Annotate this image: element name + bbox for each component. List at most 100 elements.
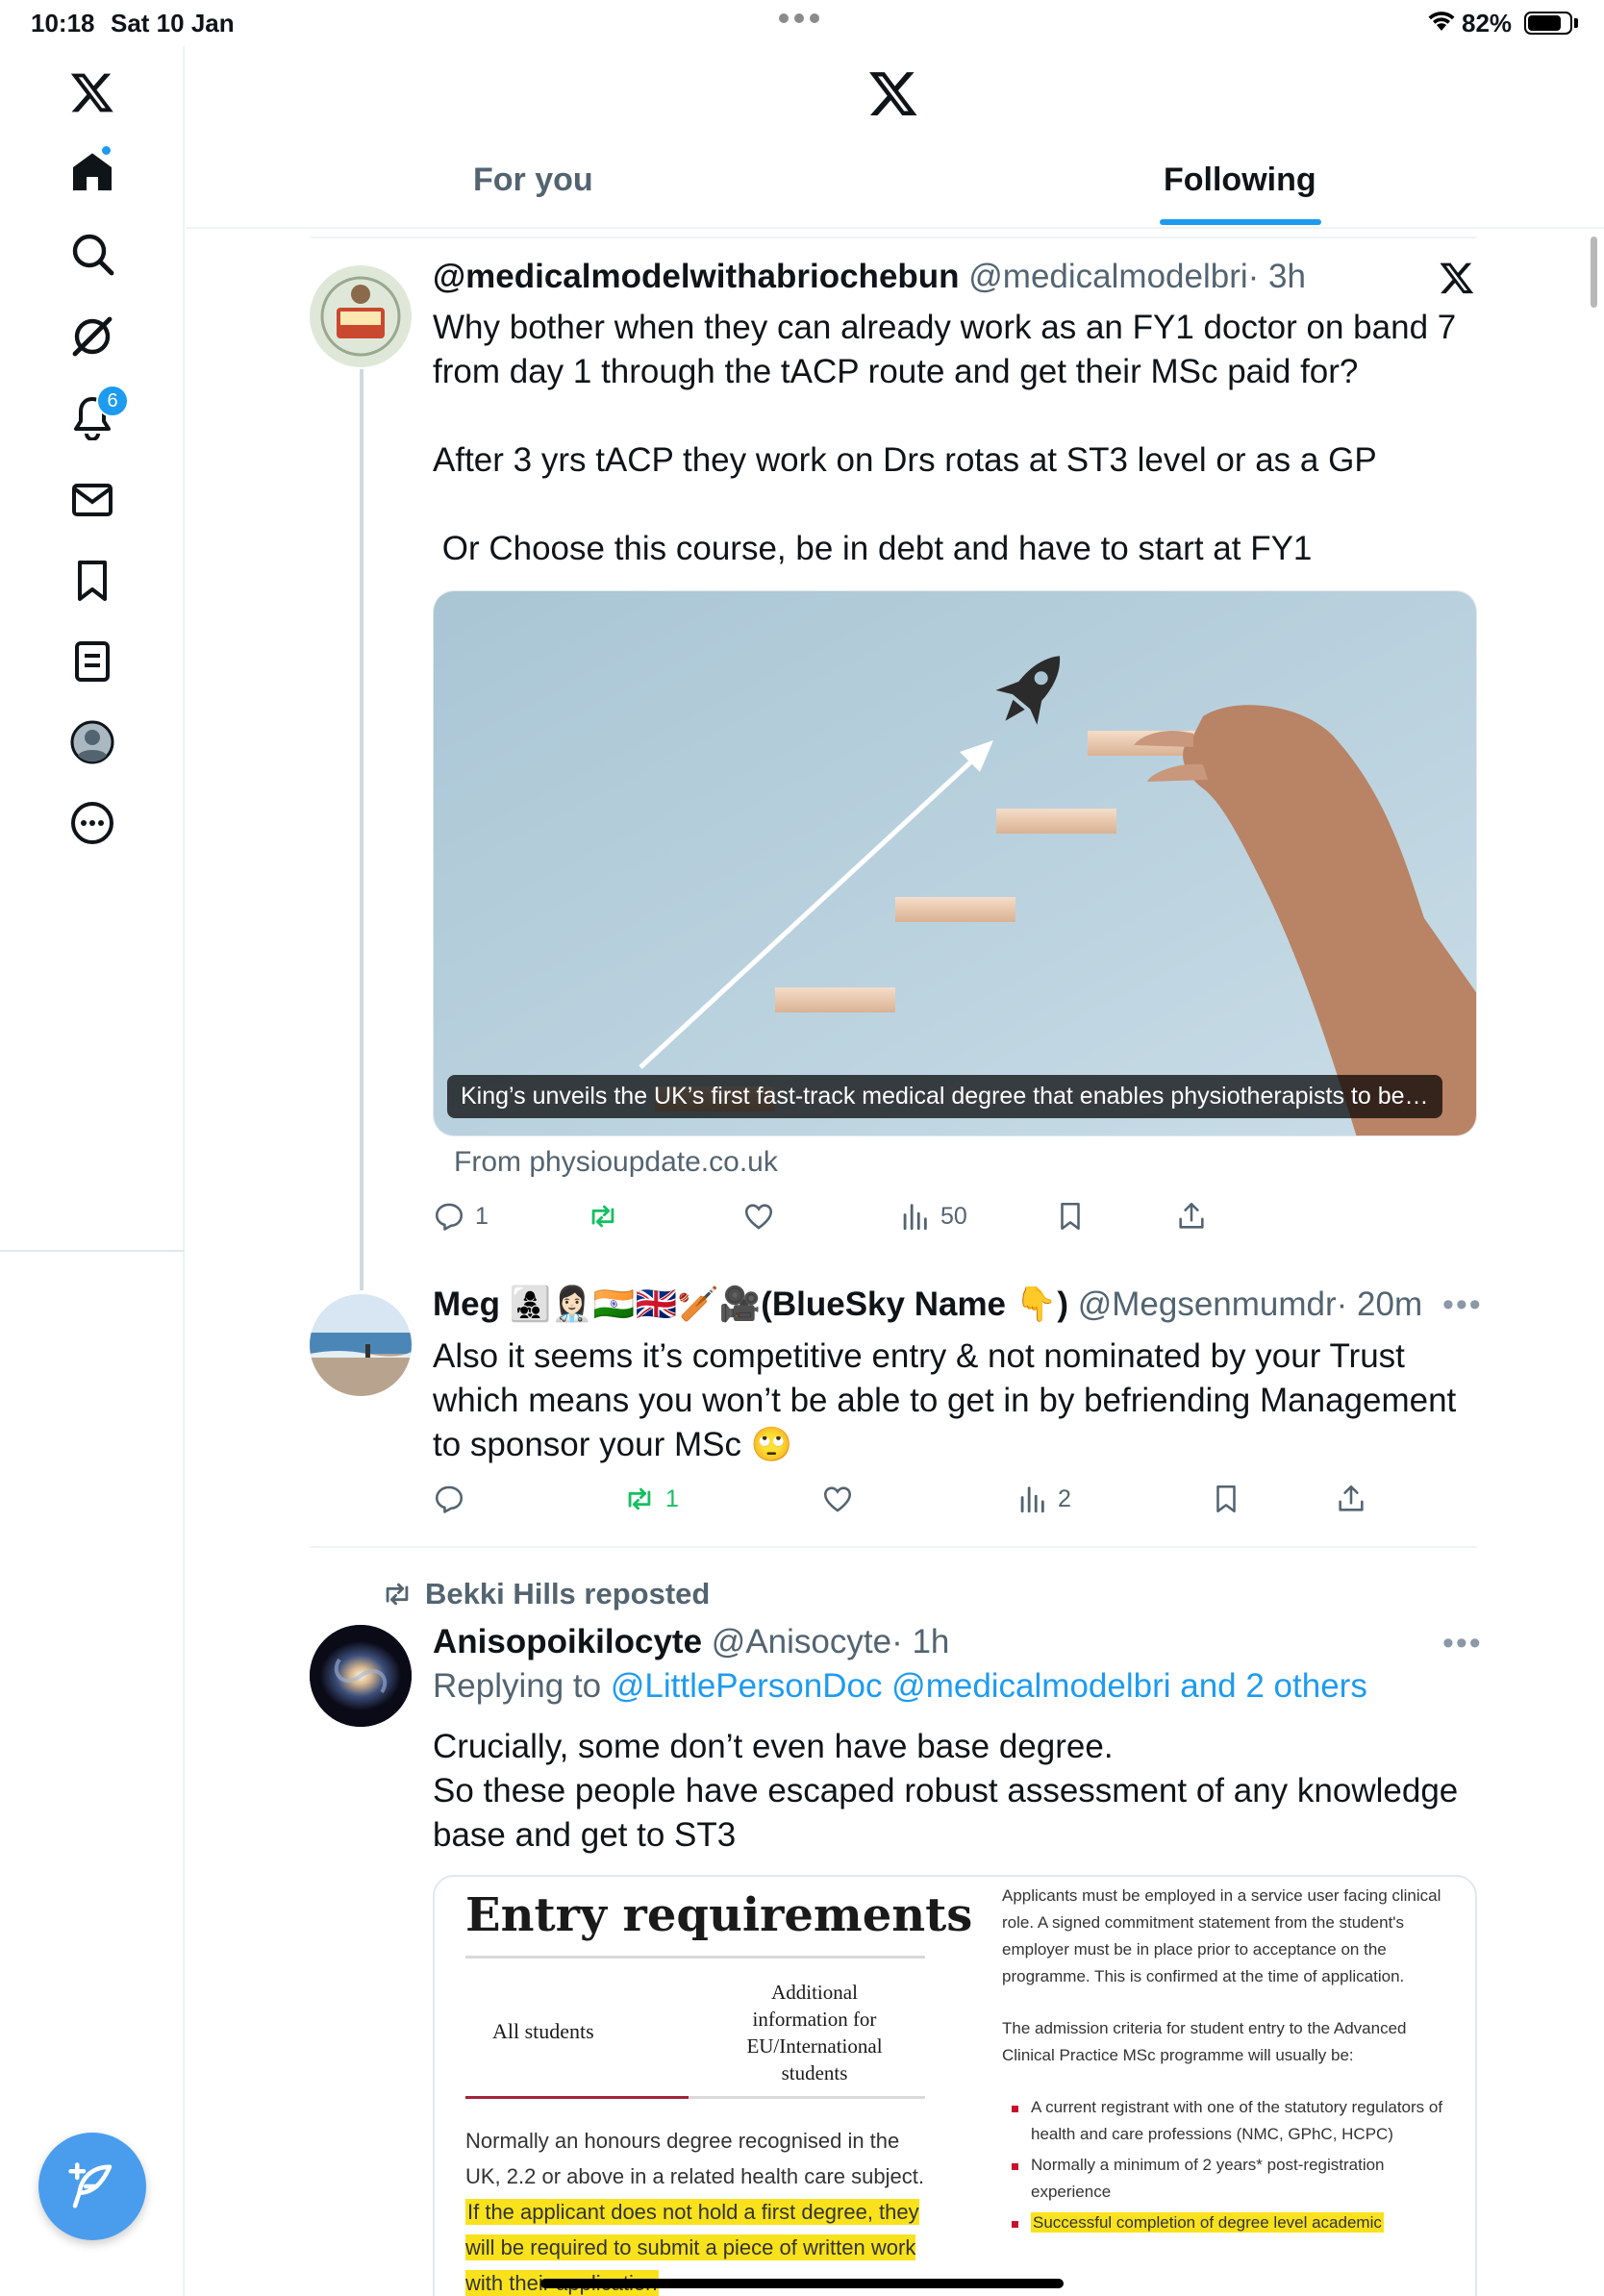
doc-bullet: A current registrant with one of the sta… — [1002, 2094, 1454, 2148]
sidebar-item-bookmarks[interactable] — [54, 542, 131, 619]
bookmark-button[interactable] — [1054, 1200, 1087, 1233]
heart-icon — [823, 1486, 852, 1512]
post-text-line: which means you won’t be able to get in … — [433, 1382, 1457, 1419]
reply-count: 1 — [475, 1202, 489, 1230]
share-button[interactable] — [1335, 1483, 1367, 1515]
post-time: · 3h — [1247, 258, 1306, 295]
sidebar-item-notifications[interactable]: 6 — [54, 379, 131, 456]
bookmark-icon — [1061, 1202, 1080, 1231]
post-header: Meg 👩‍👧‍👦👩🏻‍⚕️🇮🇳🇬🇧🏏🎥(BlueSky Name 👇) @Me… — [433, 1285, 1422, 1324]
more-icon — [71, 802, 113, 844]
handle[interactable]: @medicalmodelbri — [968, 258, 1247, 295]
doc-column-header: All students — [492, 2019, 594, 2043]
more-options-icon[interactable]: ••• — [1442, 1625, 1483, 1662]
wifi-icon — [1428, 12, 1455, 31]
sidebar-item-lists[interactable] — [54, 623, 131, 700]
share-icon — [1339, 1485, 1364, 1511]
battery-fill — [1528, 15, 1562, 31]
compose-feather-icon — [68, 2162, 113, 2209]
post-text: Crucially, some don’t even have base deg… — [433, 1725, 1491, 1858]
post-actions: 1 50 — [433, 1200, 1477, 1238]
x-logo-icon[interactable] — [1439, 260, 1475, 296]
attached-document-image[interactable]: Entry requirements All students Addition… — [433, 1875, 1477, 2296]
doc-bullet: Successful completion of degree level ac… — [1002, 2209, 1454, 2236]
views-button[interactable]: 2 — [1015, 1483, 1071, 1515]
doc-active-tab-rule — [465, 2096, 689, 2099]
reposted-by: Bekki Hills reposted — [425, 1577, 711, 1610]
doc-bullet-highlight: Successful completion of degree level ac… — [1031, 2212, 1384, 2233]
sidebar-item-home[interactable] — [54, 135, 131, 212]
share-button[interactable] — [1175, 1200, 1208, 1233]
sidebar-item-more[interactable] — [54, 785, 131, 861]
notification-badge: 6 — [96, 385, 129, 417]
views-chart-icon — [903, 1204, 927, 1231]
post-text-line: Also it seems it’s competitive entry & n… — [433, 1337, 1405, 1375]
doc-bullet: Normally a minimum of 2 years* post-regi… — [1002, 2152, 1454, 2206]
display-name[interactable]: Meg 👩‍👧‍👦👩🏻‍⚕️🇮🇳🇬🇧🏏🎥(BlueSky Name 👇) — [433, 1285, 1068, 1323]
post-time: · 20m — [1336, 1285, 1423, 1323]
search-icon — [72, 234, 114, 276]
handle[interactable]: @Anisocyte — [712, 1623, 891, 1660]
reply-button[interactable] — [433, 1483, 475, 1515]
tab-following[interactable]: Following — [1164, 162, 1316, 199]
battery-percent: 82% — [1462, 9, 1513, 37]
doc-column-header: Additional information for EU/Internatio… — [746, 1981, 883, 2084]
multitasking-dots-icon[interactable] — [779, 13, 819, 23]
unread-dot — [100, 144, 113, 157]
post-text-spacer — [433, 394, 1481, 438]
post-text-line: So these people have escaped robust asse… — [433, 1772, 1459, 1809]
status-time: 10:18 — [31, 9, 95, 37]
display-name[interactable]: Anisopoikilocyte — [433, 1623, 702, 1660]
replying-to: Replying to @LittlePersonDoc @medicalmod… — [433, 1667, 1367, 1706]
avatar[interactable] — [310, 1294, 412, 1396]
rocket-stairs-illustration — [434, 591, 1476, 1136]
lists-icon — [75, 641, 110, 682]
link-card-source[interactable]: From physioupdate.co.uk — [454, 1146, 778, 1179]
doc-bullet-list: A current registrant with one of the sta… — [1002, 2094, 1454, 2236]
timeline-header: For you Following — [187, 46, 1604, 229]
home-indicator[interactable] — [540, 2279, 1064, 2288]
thread-connector-line — [360, 369, 363, 1290]
heart-icon — [744, 1204, 773, 1230]
x-logo-icon[interactable] — [867, 67, 919, 119]
like-button[interactable] — [821, 1483, 864, 1515]
sidebar-item-messages[interactable] — [54, 462, 131, 538]
sidebar-x-logo[interactable] — [54, 54, 131, 131]
bookmark-button[interactable] — [1210, 1483, 1242, 1515]
repost-count: 1 — [665, 1485, 679, 1512]
repost-attribution[interactable]: Bekki Hills reposted — [381, 1577, 710, 1611]
tab-for-you[interactable]: For you — [473, 162, 593, 199]
repost-icon — [628, 1487, 651, 1510]
replying-to-links[interactable]: @LittlePersonDoc @medicalmodelbri and 2 … — [611, 1667, 1367, 1705]
feed-top-divider — [310, 237, 1477, 238]
avatar[interactable] — [310, 265, 412, 367]
sidebar-item-profile[interactable] — [54, 704, 131, 781]
reply-button[interactable]: 1 — [433, 1200, 489, 1233]
more-options-icon[interactable]: ••• — [1442, 1286, 1483, 1324]
reply-icon — [435, 1485, 464, 1513]
post-text-line: from day 1 through the tACP route and ge… — [433, 353, 1359, 390]
doc-right-paragraph: Applicants must be employed in a service… — [1002, 1886, 1441, 1985]
post-text-line: base and get to ST3 — [433, 1816, 737, 1854]
post-text-spacer — [433, 483, 1481, 527]
compose-button[interactable] — [38, 2133, 146, 2240]
display-name[interactable]: @medicalmodelwithabriochebun — [433, 258, 960, 295]
home-icon — [73, 153, 112, 190]
battery-icon — [1524, 12, 1572, 35]
view-count: 50 — [940, 1202, 967, 1230]
sidebar-item-search[interactable] — [54, 215, 131, 292]
active-tab-indicator — [1160, 219, 1321, 225]
mail-icon — [72, 484, 113, 516]
repost-button[interactable]: 1 — [623, 1483, 679, 1515]
repost-button[interactable] — [587, 1200, 629, 1233]
share-icon — [1179, 1202, 1204, 1229]
link-card-image[interactable]: King’s unveils the UK’s first fast-track… — [433, 590, 1477, 1136]
like-button[interactable] — [742, 1200, 785, 1233]
sidebar-item-grok[interactable] — [54, 298, 131, 375]
handle[interactable]: @Megsenmumdr — [1078, 1285, 1337, 1323]
sidebar-divider — [0, 1250, 185, 1252]
scrollbar-thumb[interactable] — [1591, 237, 1597, 308]
post-text-line: Crucially, some don’t even have base deg… — [433, 1728, 1114, 1765]
views-button[interactable]: 50 — [898, 1200, 967, 1233]
avatar[interactable] — [310, 1625, 412, 1727]
